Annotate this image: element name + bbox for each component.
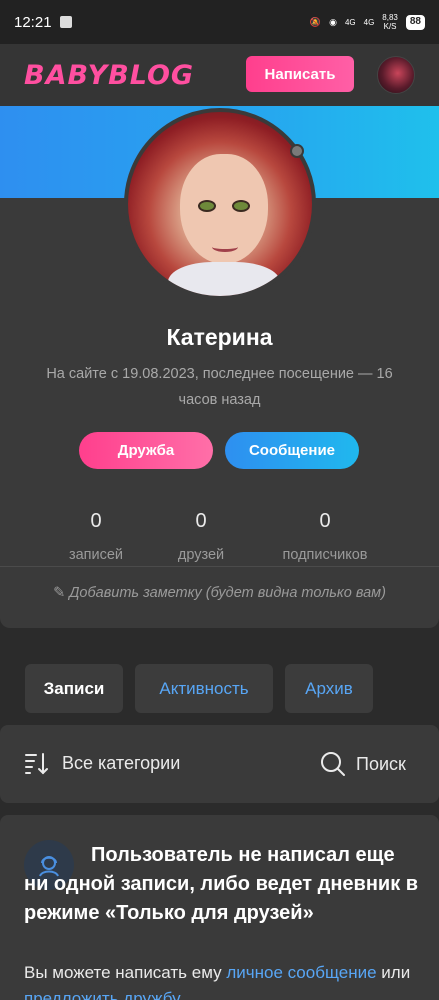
- status-indicators: 🔕 ◉ 4G 4G 8,83 K/S 88: [310, 13, 425, 31]
- status-bar: 12:21 🔕 ◉ 4G 4G 8,83 K/S 88: [0, 0, 439, 44]
- network-indicator-1: 4G: [344, 17, 356, 27]
- filter-bar: Все категории Поиск: [0, 725, 439, 803]
- pencil-icon: ✎: [53, 585, 66, 601]
- search-icon: [321, 752, 345, 776]
- site-header: BABYBLOG Написать: [0, 44, 439, 106]
- site-logo[interactable]: BABYBLOG: [24, 60, 194, 91]
- status-time: 12:21: [14, 13, 52, 31]
- profile-name: Катерина: [166, 324, 273, 350]
- sort-icon: [25, 753, 48, 775]
- message-button[interactable]: Сообщение: [225, 432, 359, 469]
- write-button[interactable]: Написать: [246, 56, 354, 92]
- categories-filter[interactable]: Все категории: [24, 751, 180, 775]
- stat-subscribers[interactable]: 0 подписчиков: [270, 510, 380, 563]
- network-indicator-2: 4G: [363, 17, 375, 27]
- friendship-button[interactable]: Дружба: [79, 432, 213, 469]
- empty-state-text: Вы можете написать ему личное сообщение …: [24, 960, 424, 1000]
- offer-friendship-link[interactable]: предложить дружбу: [24, 989, 181, 1000]
- stat-label: записей: [68, 547, 124, 563]
- network-speed: 8,83 K/S: [382, 13, 398, 31]
- divider: [0, 566, 439, 567]
- categories-label: Все категории: [62, 752, 181, 773]
- stat-value: 0: [319, 510, 331, 532]
- current-user-avatar[interactable]: [377, 56, 415, 94]
- wifi-icon: ◉: [329, 16, 337, 27]
- stat-value: 0: [195, 510, 207, 532]
- search-button[interactable]: Поиск: [320, 751, 406, 777]
- stat-label: друзей: [177, 547, 225, 563]
- notification-app-icon: [59, 16, 72, 28]
- visit-info: На сайте с 19.08.2023, последнее посещен…: [46, 366, 393, 408]
- empty-state-title: Пользователь не написал еще ни одной зап…: [24, 844, 419, 924]
- add-note-link[interactable]: ✎ Добавить заметку (будет видна только ва…: [0, 585, 439, 601]
- stat-posts[interactable]: 0 записей: [55, 510, 137, 563]
- battery-indicator: 88: [405, 14, 425, 30]
- mute-icon: 🔕: [309, 16, 322, 27]
- stat-value: 0: [90, 510, 102, 532]
- tab-archive[interactable]: Архив: [285, 664, 373, 713]
- empty-state-card: Пользователь не написал еще ни одной зап…: [0, 815, 439, 1000]
- search-label: Поиск: [356, 753, 406, 774]
- add-note-label: Добавить заметку (будет видна только вам…: [69, 585, 386, 601]
- stat-friends[interactable]: 0 друзей: [160, 510, 242, 563]
- private-message-link[interactable]: личное сообщение: [226, 963, 376, 982]
- tab-posts[interactable]: Записи: [25, 664, 123, 713]
- online-status-dot: [290, 144, 304, 158]
- tab-activity[interactable]: Активность: [135, 664, 273, 713]
- stat-label: подписчиков: [282, 547, 368, 563]
- profile-avatar[interactable]: [124, 108, 316, 300]
